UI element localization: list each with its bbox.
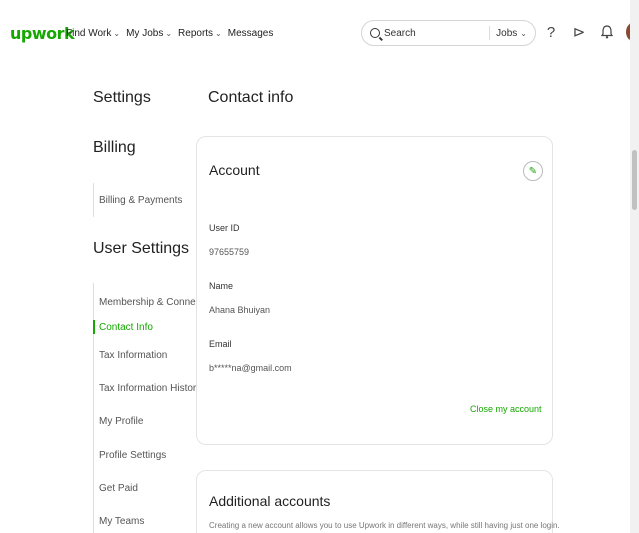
account-card: Account ✎ User ID 97655759 Name Ahana Bh… xyxy=(196,136,553,445)
nav-icons: ? ⊳ xyxy=(542,22,639,42)
chevron-down-icon: ⌄ xyxy=(520,28,527,38)
name-value: Ahana Bhuiyan xyxy=(209,305,271,315)
search-scope-label: Jobs xyxy=(496,27,518,39)
account-card-title: Account xyxy=(209,162,260,178)
nav-reports[interactable]: Reports ⌄ xyxy=(178,28,222,39)
pencil-icon: ✎ xyxy=(528,165,538,177)
edit-account-button[interactable]: ✎ xyxy=(523,161,543,181)
user-id-label: User ID xyxy=(209,223,240,233)
page-scrollbar[interactable] xyxy=(630,0,639,533)
active-indicator xyxy=(93,320,95,334)
name-label: Name xyxy=(209,281,234,291)
nav-messages-label: Messages xyxy=(227,28,274,39)
search-scope-dropdown[interactable]: Jobs ⌄ xyxy=(496,28,527,39)
email-value: b*****na@gmail.com xyxy=(209,363,292,373)
billing-heading: Billing xyxy=(93,139,136,156)
additional-accounts-description: Creating a new account allows you to use… xyxy=(209,521,560,530)
nav-my-jobs-label: My Jobs xyxy=(126,28,164,39)
search-input[interactable]: Search xyxy=(384,28,483,39)
user-id-value: 97655759 xyxy=(209,247,250,257)
additional-accounts-card: Additional accounts Creating a new accou… xyxy=(196,470,560,533)
close-account-link[interactable]: Close my account xyxy=(470,404,542,414)
nav-find-work-label: Find Work xyxy=(66,28,112,39)
nav-reports-label: Reports xyxy=(178,28,214,39)
sidebar-item-get-paid[interactable]: Get Paid xyxy=(99,483,138,494)
top-navigation: upwork Find Work ⌄ My Jobs ⌄ Reports ⌄ Mess… xyxy=(0,0,639,62)
sidebar-item-my-profile[interactable]: My Profile xyxy=(99,416,143,427)
direct-contracts-icon[interactable]: ⊳ xyxy=(570,22,588,42)
user-settings-heading: User Settings xyxy=(93,240,190,257)
sidebar-item-contact-info[interactable]: Contact Info xyxy=(99,322,153,333)
sidebar-item-profile-settings[interactable]: Profile Settings xyxy=(99,450,166,461)
page-title: Contact info xyxy=(208,89,294,106)
nav-find-work[interactable]: Find Work ⌄ xyxy=(66,28,120,39)
search-icon xyxy=(370,28,380,38)
sidebar-item-membership[interactable]: Membership & Connects xyxy=(99,297,209,308)
help-icon[interactable]: ? xyxy=(542,22,560,42)
search-bar[interactable]: Search Jobs ⌄ xyxy=(361,20,536,46)
nav-my-jobs[interactable]: My Jobs ⌄ xyxy=(126,28,172,39)
scrollbar-thumb[interactable] xyxy=(632,150,637,210)
nav-links: Find Work ⌄ My Jobs ⌄ Reports ⌄ Messages xyxy=(66,28,273,39)
sidebar-item-tax-information[interactable]: Tax Information xyxy=(99,350,167,361)
chevron-down-icon: ⌄ xyxy=(165,29,173,38)
sidebar-item-my-teams[interactable]: My Teams xyxy=(99,516,144,527)
chevron-down-icon: ⌄ xyxy=(215,29,222,38)
bell-icon[interactable] xyxy=(598,22,616,42)
email-label: Email xyxy=(209,339,232,349)
sidebar-item-tax-history[interactable]: Tax Information History xyxy=(99,383,201,394)
sidebar-item-billing-payments[interactable]: Billing & Payments xyxy=(99,195,182,206)
additional-accounts-title: Additional accounts xyxy=(209,493,331,509)
settings-title: Settings xyxy=(93,89,151,106)
upwork-logo[interactable]: upwork xyxy=(10,24,75,43)
chevron-down-icon: ⌄ xyxy=(113,29,121,38)
search-divider xyxy=(489,26,491,40)
nav-messages[interactable]: Messages xyxy=(228,28,274,39)
billing-rail xyxy=(93,183,94,217)
